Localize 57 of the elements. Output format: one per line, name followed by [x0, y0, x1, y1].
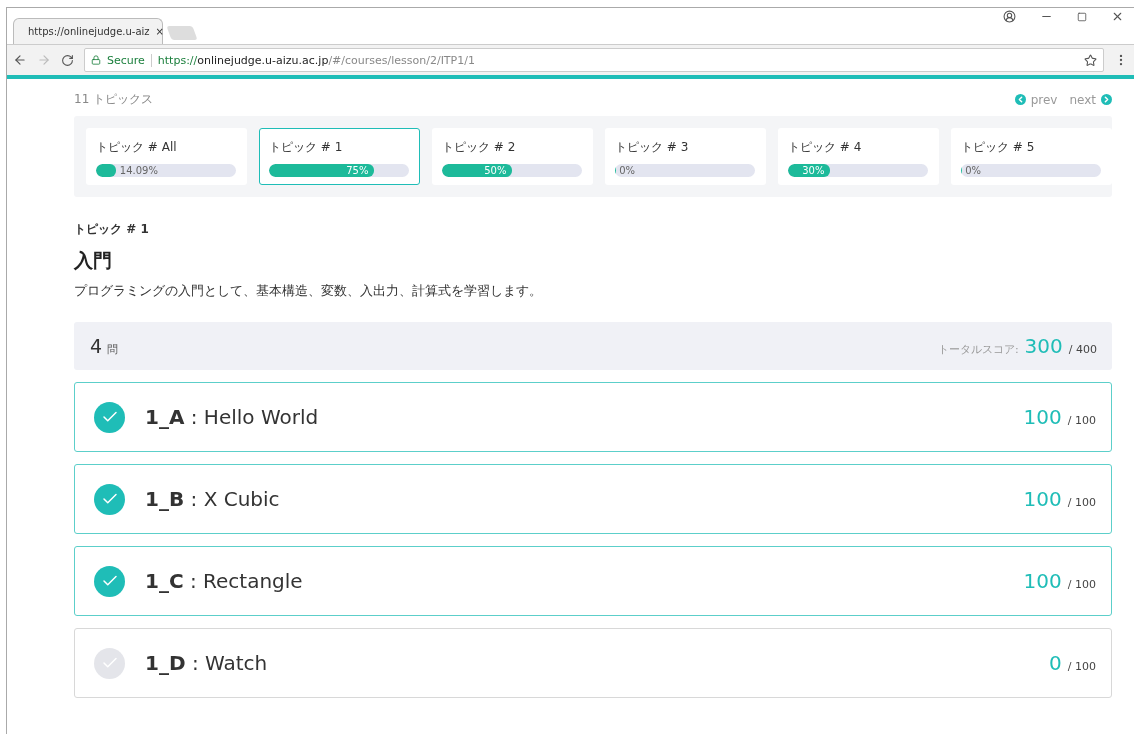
browser-tab[interactable]: https://onlinejudge.u-aiz × [13, 18, 163, 44]
problem-row[interactable]: 1_A : Hello World 100 / 100 [74, 382, 1112, 452]
problem-score: 0 [1049, 651, 1062, 675]
problem-max: / 100 [1067, 578, 1096, 591]
close-icon[interactable] [1111, 10, 1124, 23]
check-icon [94, 565, 125, 597]
reload-icon[interactable] [61, 53, 74, 67]
problem-row[interactable]: 1_C : Rectangle 100 / 100 [74, 546, 1112, 616]
close-tab-icon[interactable]: × [155, 26, 164, 37]
problem-title: 1_D : Watch [145, 651, 269, 675]
topic-label: トピック # 3 [615, 139, 690, 156]
problem-title: 1_B : X Cubic [145, 487, 281, 511]
topic-label: トピック # 1 [269, 139, 344, 156]
progress-reading: 0% [619, 164, 636, 177]
topic-card[interactable]: トピック # 4 30% [778, 128, 939, 185]
progress-reading: 0% [965, 164, 982, 177]
back-icon[interactable] [13, 53, 27, 67]
problem-max: / 100 [1067, 414, 1096, 427]
check-icon [94, 401, 125, 433]
bookmark-star-icon[interactable] [1084, 53, 1097, 67]
lesson-title: 入門 [74, 248, 113, 273]
topic-label: トピック # All [96, 139, 178, 156]
topic-card[interactable]: トピック # 1 75% [259, 128, 420, 185]
total-score-label: トータルスコア: [937, 342, 1019, 357]
problem-max: / 100 [1067, 660, 1096, 673]
progress-reading: 50% [484, 164, 507, 177]
topic-label: トピック # 4 [788, 139, 863, 156]
maximize-icon[interactable] [1077, 11, 1087, 22]
problem-score: 100 [1023, 569, 1062, 593]
lesson-description: プログラミングの入門として、基本構造、変数、入出力、計算式を学習します。 [74, 282, 543, 300]
topic-label: トピック # 5 [961, 139, 1036, 156]
topic-card[interactable]: トピック # All 14.09% [86, 128, 247, 185]
problem-max: / 100 [1067, 496, 1096, 509]
lock-icon [91, 55, 101, 65]
topic-label: トピック # 2 [442, 139, 517, 156]
progress-reading: 30% [802, 164, 825, 177]
topic-card[interactable]: トピック # 2 50% [432, 128, 593, 185]
progress-reading: 75% [346, 164, 369, 177]
address-field[interactable]: Secure https://onlinejudge.u-aizu.ac.jp/#/courses/lesson/2/ITP1/1 [84, 48, 1104, 72]
topic-card[interactable]: トピック # 3 0% [605, 128, 766, 185]
problem-title: 1_A : Hello World [145, 405, 320, 429]
total-score: 300 [1024, 334, 1063, 358]
check-icon [94, 647, 125, 679]
problem-score: 100 [1023, 405, 1062, 429]
total-max: / 400 [1068, 343, 1097, 356]
progress-reading: 14.09% [119, 164, 158, 177]
topic-card[interactable]: トピック # 5 0% [951, 128, 1112, 185]
problem-row[interactable]: 1_B : X Cubic 100 / 100 [74, 464, 1112, 534]
problem-title: 1_C : Rectangle [145, 569, 304, 593]
profile-icon[interactable] [1003, 10, 1016, 23]
check-icon [94, 483, 125, 515]
problem-count: 4 [90, 335, 103, 357]
topic-count: 11 トピックス [74, 91, 154, 108]
problem-row[interactable]: 1_D : Watch 0 / 100 [74, 628, 1112, 698]
topic-heading: トピック # 1 [74, 221, 150, 238]
problem-score: 100 [1023, 487, 1062, 511]
count-unit: 問 [107, 343, 119, 356]
